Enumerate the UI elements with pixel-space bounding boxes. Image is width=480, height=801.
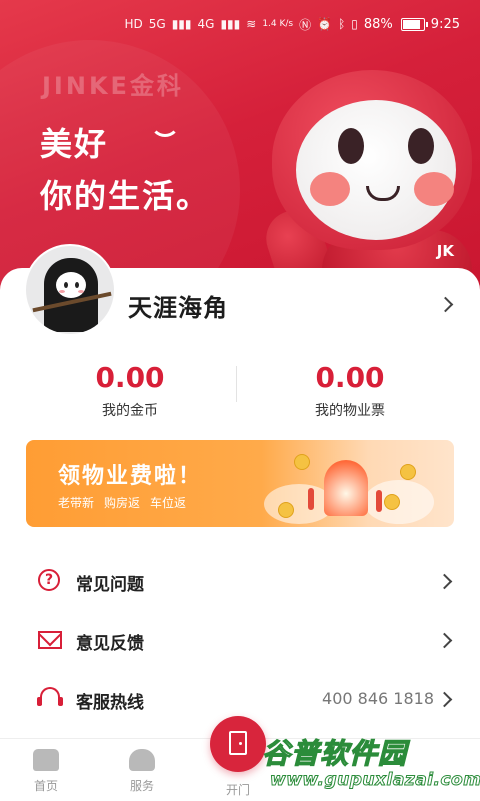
nav-item-label: 开门 <box>225 783 250 797</box>
menu-item-label: 客服热线 <box>76 693 144 713</box>
alarm-icon: ⏰ <box>317 17 333 31</box>
question-circle-icon: ? <box>38 569 62 593</box>
promo-tag: 老带新 <box>58 496 95 510</box>
door-icon <box>229 731 247 755</box>
avatar-blush <box>59 290 65 293</box>
watermark-url: www.gupuxlazai.com <box>269 770 480 791</box>
status-bar: HD 5G ▮▮▮ 4G ▮▮▮ ≋ 1.4 K/s Ⓝ ⏰ ᛒ ▯ 88% 9… <box>0 0 480 48</box>
mascot-head <box>272 70 472 250</box>
coin-icon <box>278 502 294 518</box>
site-watermark: 谷普软件园 www.gupuxlazai.com <box>261 726 480 796</box>
nfc-icon: Ⓝ <box>299 17 312 32</box>
signal-5g-indicator: 5G <box>148 17 166 31</box>
avatar-eye <box>64 282 68 288</box>
battery-percent: 88% <box>363 16 393 32</box>
slogan-line-2: 你的生活。 <box>40 177 211 215</box>
headset-icon <box>37 687 63 711</box>
promo-tag: 购房返 <box>104 496 141 510</box>
stat-value: 0.00 <box>315 361 385 394</box>
signal-bars-icon: ▮▮▮ <box>171 17 192 31</box>
nav-item-home[interactable]: 首页 <box>16 749 76 794</box>
mascot-eye-left <box>338 128 364 164</box>
mascot-mouth <box>366 186 400 201</box>
chevron-right-icon <box>436 691 453 708</box>
nav-item-open-door[interactable]: 开门 <box>208 775 268 798</box>
coin-icon <box>294 454 310 470</box>
battery-icon <box>400 17 428 31</box>
nav-item-label: 首页 <box>33 779 58 793</box>
coin-icon <box>400 464 416 480</box>
clock: 9:25 <box>430 16 460 32</box>
glowing-door-icon <box>324 460 368 516</box>
chevron-right-icon <box>436 632 453 649</box>
slogan-line-1: 美好 <box>40 125 109 163</box>
avatar-blush <box>78 290 84 293</box>
menu-item-label: 常见问题 <box>76 575 144 595</box>
bluetooth-icon: ᛒ <box>338 17 346 31</box>
hotline-number: 400 846 1818 <box>322 689 434 708</box>
stat-label: 我的金币 <box>102 403 158 419</box>
promo-illustration <box>264 444 434 524</box>
chevron-right-icon <box>436 573 453 590</box>
stats-row: 0.00 我的金币 0.00 我的物业票 <box>0 360 480 420</box>
vibrate-icon: ▯ <box>351 17 358 31</box>
promo-banner[interactable]: 领物业费啦！ 老带新 购房返 车位返 <box>26 440 454 527</box>
menu-item-faq[interactable]: ? 常见问题 <box>0 552 480 610</box>
coin-icon <box>384 494 400 510</box>
avatar[interactable] <box>24 244 116 336</box>
promo-tags: 老带新 购房返 车位返 <box>58 494 186 511</box>
signal-bars-icon: ▮▮▮ <box>220 17 241 31</box>
nav-item-service[interactable]: 服务 <box>112 749 172 794</box>
stat-gold-coins[interactable]: 0.00 我的金币 <box>10 360 250 420</box>
menu-item-feedback[interactable]: 意见反馈 <box>0 611 480 669</box>
username[interactable]: 天涯海角 <box>128 288 228 323</box>
promo-title: 领物业费啦！ <box>58 464 203 489</box>
stat-value: 0.00 <box>95 361 165 394</box>
mascot-cheek-left <box>310 172 350 206</box>
mascot-eye-right <box>408 128 434 164</box>
menu-item-label: 意见反馈 <box>76 634 144 654</box>
person-figure <box>308 488 314 510</box>
network-hd-indicator: HD <box>124 17 143 31</box>
mascot-badge: JK <box>436 242 454 260</box>
person-figure <box>376 490 382 512</box>
hero-slogan: 美好 你的生活。 <box>40 118 210 222</box>
stats-divider <box>236 366 237 402</box>
brand-logo: JINKE金科 <box>42 72 184 100</box>
stat-property-tickets[interactable]: 0.00 我的物业票 <box>230 360 470 420</box>
mascot-cheek-right <box>414 172 454 206</box>
promo-tag: 车位返 <box>150 496 187 510</box>
mascot-illustration: JK <box>259 60 480 300</box>
nav-item-label: 服务 <box>129 779 154 793</box>
avatar-eye <box>75 282 79 288</box>
home-icon <box>33 749 59 771</box>
network-speed: 1.4 K/s <box>262 19 294 29</box>
stat-label: 我的物业票 <box>315 403 385 419</box>
hand-heart-icon <box>129 749 155 771</box>
avatar-face <box>56 272 86 298</box>
watermark-title: 谷普软件园 <box>261 736 408 770</box>
open-door-button[interactable] <box>210 716 266 772</box>
mascot-face <box>296 100 456 240</box>
envelope-icon <box>38 628 62 652</box>
wifi-icon: ≋ <box>246 17 257 31</box>
signal-4g-indicator: 4G <box>197 17 215 31</box>
